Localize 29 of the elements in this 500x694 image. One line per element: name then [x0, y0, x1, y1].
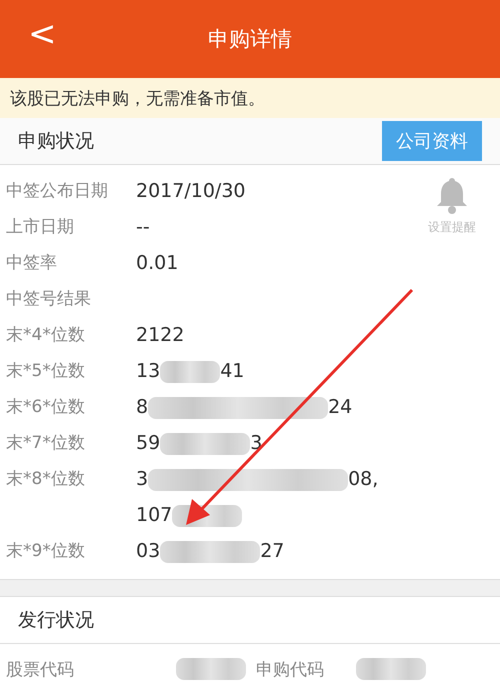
field-value: 0.01	[136, 251, 178, 276]
field-label: 中签率	[5, 252, 58, 275]
field-value: 3 08, 107	[136, 467, 378, 529]
section-title: 发行状况	[18, 608, 94, 633]
field-label: 末*7*位数	[5, 432, 86, 455]
field-label: 末*6*位数	[5, 396, 86, 419]
field-value: 2122	[136, 323, 184, 348]
back-button[interactable]: <	[28, 14, 56, 54]
field-value: 8 24	[136, 395, 352, 421]
field-value: --	[136, 215, 150, 240]
field-label: 末*4*位数	[5, 324, 86, 347]
section-title: 申购状况	[18, 129, 94, 154]
reminder-button[interactable]: 设置提醒	[428, 175, 476, 236]
field-label: 中签号结果	[5, 288, 92, 311]
company-info-button[interactable]: 公司资料	[382, 121, 482, 161]
field-value: 59 3	[136, 431, 262, 457]
field-value: 2017/10/30	[136, 179, 246, 204]
field-value: 03 27	[136, 539, 284, 565]
notice-text: 该股已无法申购，无需准备市值。	[0, 78, 500, 118]
field-label: 股票代码	[6, 658, 75, 680]
field-label: 末*8*位数	[5, 468, 86, 491]
field-value: 13 41	[136, 359, 244, 385]
field-label: 末*5*位数	[5, 360, 86, 383]
field-label: 末*9*位数	[5, 540, 86, 563]
field-label: 中签公布日期	[5, 180, 109, 203]
field-label: 上市日期	[5, 216, 75, 239]
page-title: 申购详情	[208, 26, 292, 53]
field-label: 申购代码	[256, 658, 325, 680]
redaction-blur	[160, 360, 220, 383]
